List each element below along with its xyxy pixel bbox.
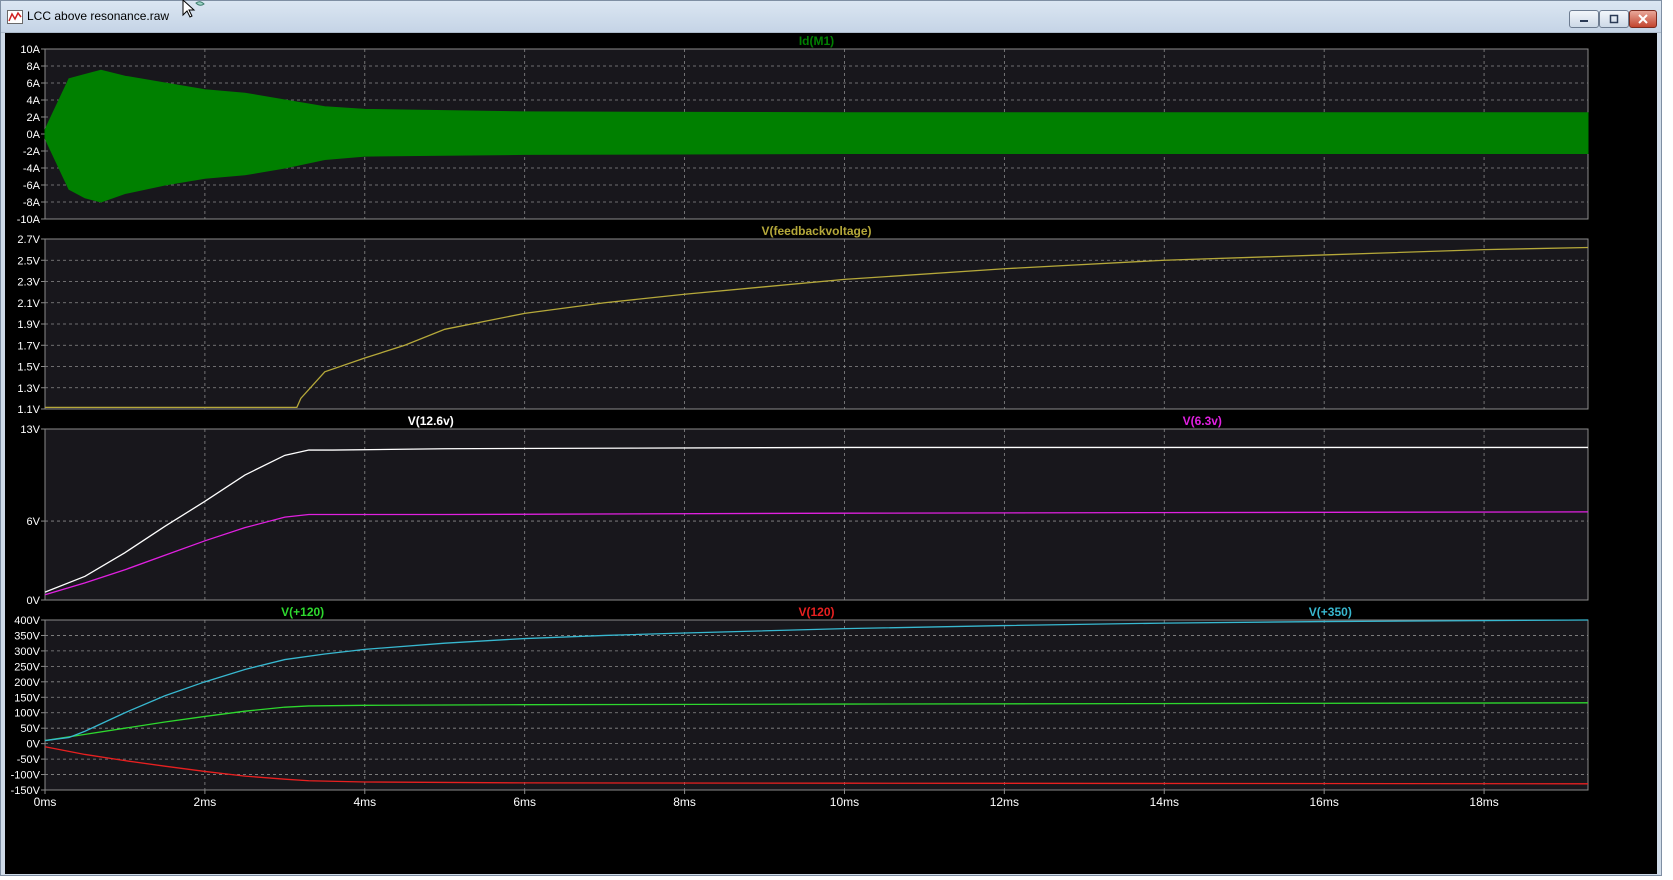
x-tick-label: 6ms [513, 795, 536, 809]
y-tick-label: -50V [17, 754, 41, 766]
trace-label: V(12.6v) [408, 414, 454, 428]
y-tick-label: 1.1V [17, 404, 40, 416]
x-tick-label: 8ms [673, 795, 696, 809]
x-tick-label: 4ms [353, 795, 376, 809]
y-tick-label: 150V [14, 692, 40, 704]
close-icon [1638, 14, 1648, 24]
plot-area[interactable]: 10A 8A 6A 4A 2A 0A -2A -4A -6A -8A -10A Id(M1) 2.7V 2… [5, 33, 1657, 874]
y-tick-label: 0A [27, 129, 41, 141]
title-bar[interactable]: LCC above resonance.raw [1, 1, 1661, 33]
y-tick-label: 10A [20, 44, 40, 56]
mouse-cursor-icon [182, 0, 205, 18]
y-tick-label: 400V [14, 615, 40, 627]
y-tick-label: 6A [27, 78, 41, 90]
trace-label: V(+120) [281, 605, 324, 619]
y-tick-label: 200V [14, 677, 40, 689]
y-tick-label: 2.3V [17, 277, 40, 289]
x-tick-label: 2ms [194, 795, 217, 809]
y-tick-label: 2.5V [17, 255, 40, 267]
y-tick-label: 0V [27, 739, 41, 751]
y-tick-label: 50V [20, 723, 40, 735]
y-tick-label: 1.9V [17, 319, 40, 331]
x-tick-label: 16ms [1309, 795, 1338, 809]
maximize-button[interactable] [1599, 10, 1629, 28]
plot-pane-4: 400V 350V 300V 250V 200V 150V 100V 50V 0V -50V -10… [11, 605, 1589, 797]
plot-pane-1: 10A 8A 6A 4A 2A 0A -2A -4A -6A -8A -10A Id(M1) [17, 34, 1589, 226]
y-tick-label: 1.3V [17, 383, 40, 395]
trace-label: V(+350) [1309, 605, 1352, 619]
y-tick-label: -8A [23, 197, 41, 209]
x-tick-label: 10ms [830, 795, 859, 809]
x-tick-label: 18ms [1469, 795, 1498, 809]
trace-label: V(120) [798, 605, 834, 619]
x-tick-label: 0ms [34, 795, 57, 809]
y-tick-label: -2A [23, 146, 41, 158]
y-tick-label: -6A [23, 180, 41, 192]
plot-frame [44, 238, 1589, 410]
minimize-icon [1580, 20, 1588, 22]
y-tick-label: 100V [14, 708, 40, 720]
y-tick-label: 350V [14, 630, 40, 642]
plot-frame [44, 619, 1589, 791]
plot-frame [44, 428, 1589, 601]
x-tick-label: 12ms [990, 795, 1019, 809]
y-tick-label: 2A [27, 112, 41, 124]
y-tick-label: 250V [14, 661, 40, 673]
maximize-icon [1609, 14, 1619, 24]
trace-label: V(6.3v) [1183, 414, 1222, 428]
y-tick-label: 300V [14, 646, 40, 658]
y-tick-label: 1.5V [17, 362, 40, 374]
y-tick-label: 8A [27, 61, 41, 73]
y-tick-label: 2.1V [17, 298, 40, 310]
waveform-window: LCC above resonance.raw 10A 8A 6A 4A 2A 0A -2A… [0, 0, 1662, 876]
trace-label: V(feedbackvoltage) [761, 224, 871, 238]
minimize-button[interactable] [1569, 10, 1599, 28]
y-tick-label: 1.7V [17, 340, 40, 352]
x-tick-label: 14ms [1150, 795, 1179, 809]
plot-pane-2: 2.7V 2.5V 2.3V 2.1V 1.9V 1.7V 1.5V 1.3V 1.1V V(fe… [17, 224, 1589, 416]
close-button[interactable] [1629, 10, 1657, 28]
y-tick-label: 4A [27, 95, 41, 107]
y-tick-label: -4A [23, 163, 41, 175]
y-tick-label: 2.7V [17, 234, 40, 246]
y-tick-label: 0V [27, 595, 41, 607]
y-tick-label: 13V [20, 424, 40, 436]
y-tick-label: -100V [11, 770, 41, 782]
y-tick-label: -10A [17, 214, 41, 226]
waveform-plots[interactable]: 10A8A6A4A2A0A-2A-4A-6A-8A-10AId(M1)2.7V2… [5, 33, 1657, 874]
trace-label: Id(M1) [799, 34, 834, 48]
plot-pane-3: 13V 6V 0V V(12.6v) V(6.3v) [20, 414, 1589, 607]
y-tick-label: 6V [27, 516, 41, 528]
waveform-app-icon [7, 10, 23, 24]
window-title: LCC above resonance.raw [27, 9, 170, 23]
